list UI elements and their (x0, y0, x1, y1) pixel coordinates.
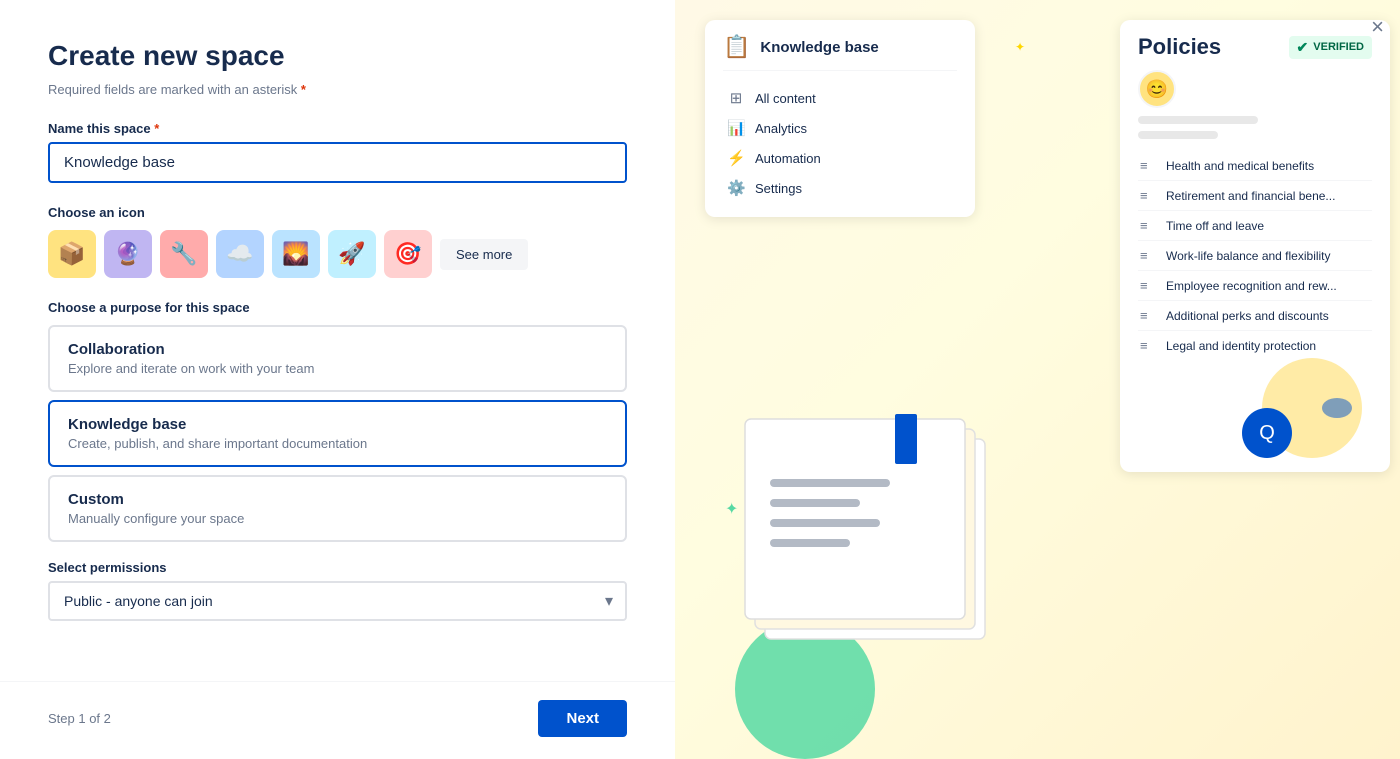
worklife-label: Work-life balance and flexibility (1166, 249, 1331, 263)
all-content-label: All content (755, 91, 816, 106)
list-item-worklife: ≡ Work-life balance and flexibility (1138, 241, 1372, 271)
policies-card: Policies ✔ VERIFIED 😊 ≡ Health and medic… (1120, 20, 1390, 472)
book-illustration (705, 359, 1045, 679)
list-item-perks: ≡ Additional perks and discounts (1138, 301, 1372, 331)
verified-badge: ✔ VERIFIED (1289, 36, 1372, 59)
legal-list-icon: ≡ (1140, 338, 1156, 353)
illustration-area (705, 359, 1110, 699)
purpose-options: Collaboration Explore and iterate on wor… (48, 325, 627, 542)
list-item-legal: ≡ Legal and identity protection (1138, 331, 1372, 360)
icon-section-label: Choose an icon (48, 205, 627, 220)
icon-btn-cloud[interactable]: ☁️ (216, 230, 264, 278)
shimmer-bar-2 (1138, 131, 1218, 139)
kb-card-icon: 📋 (723, 34, 750, 60)
collaboration-title: Collaboration (68, 341, 607, 358)
policies-list: ≡ Health and medical benefits ≡ Retireme… (1138, 151, 1372, 360)
collaboration-desc: Explore and iterate on work with your te… (68, 361, 607, 376)
permissions-label: Select permissions (48, 560, 627, 575)
shimmer-bar-1 (1138, 116, 1258, 124)
settings-icon: ⚙️ (727, 179, 745, 197)
chat-avatar-q: Q (1242, 408, 1292, 458)
see-more-button[interactable]: See more (440, 239, 528, 270)
automation-icon: ⚡ (727, 149, 745, 167)
step-indicator: Step 1 of 2 (48, 711, 111, 726)
policies-title-row: Policies ✔ VERIFIED (1138, 34, 1372, 60)
permissions-select[interactable]: Public - anyone can join Private - invit… (48, 581, 627, 621)
name-field-label: Name this space * (48, 121, 627, 136)
next-button[interactable]: Next (538, 700, 627, 737)
list-item-health: ≡ Health and medical benefits (1138, 151, 1372, 181)
chat-dot-deco (1322, 398, 1352, 418)
kb-menu-all-content: ⊞ All content (723, 83, 957, 113)
timeoff-list-icon: ≡ (1140, 218, 1156, 233)
settings-label: Settings (755, 181, 802, 196)
policies-title: Policies (1138, 34, 1221, 60)
knowledge-base-title: Knowledge base (68, 416, 607, 433)
policies-avatar: 😊 (1138, 70, 1176, 108)
list-item-retirement: ≡ Retirement and financial bene... (1138, 181, 1372, 211)
retirement-label: Retirement and financial bene... (1166, 189, 1335, 203)
list-item-employee: ≡ Employee recognition and rew... (1138, 271, 1372, 301)
health-list-icon: ≡ (1140, 158, 1156, 173)
icon-btn-wrench[interactable]: 🔧 (160, 230, 208, 278)
knowledge-base-card: 📋 Knowledge base ⊞ All content 📊 Analyti… (705, 20, 975, 217)
perks-list-icon: ≡ (1140, 308, 1156, 323)
automation-label: Automation (755, 151, 821, 166)
kb-menu-automation: ⚡ Automation (723, 143, 957, 173)
permissions-wrapper: Public - anyone can join Private - invit… (48, 581, 627, 621)
icon-btn-rocket[interactable]: 🚀 (328, 230, 376, 278)
left-panel: Create new space Required fields are mar… (0, 0, 675, 759)
retirement-list-icon: ≡ (1140, 188, 1156, 203)
purpose-option-knowledge-base[interactable]: Knowledge base Create, publish, and shar… (48, 400, 627, 467)
knowledge-base-desc: Create, publish, and share important doc… (68, 436, 607, 451)
purpose-option-collaboration[interactable]: Collaboration Explore and iterate on wor… (48, 325, 627, 392)
kb-card-title: Knowledge base (760, 39, 878, 56)
employee-list-icon: ≡ (1140, 278, 1156, 293)
timeoff-label: Time off and leave (1166, 219, 1264, 233)
icon-row: 📦 🔮 🔧 ☁️ 🌄 🚀 🎯 See more (48, 230, 627, 278)
close-button[interactable]: × (1371, 16, 1384, 38)
right-panel: × ✦ ✦ ✦ ✦ ✦ 📋 Knowledge base ⊞ All conte… (675, 0, 1400, 759)
verified-icon: ✔ (1297, 39, 1309, 56)
custom-title: Custom (68, 491, 607, 508)
list-item-timeoff: ≡ Time off and leave (1138, 211, 1372, 241)
purpose-option-custom[interactable]: Custom Manually configure your space (48, 475, 627, 542)
verified-label: VERIFIED (1313, 41, 1364, 53)
kb-card-header: 📋 Knowledge base (723, 34, 957, 71)
worklife-list-icon: ≡ (1140, 248, 1156, 263)
health-label: Health and medical benefits (1166, 159, 1314, 173)
dialog-title: Create new space (48, 40, 627, 72)
icon-btn-target[interactable]: 🎯 (384, 230, 432, 278)
space-name-input[interactable] (48, 142, 627, 183)
purpose-section-label: Choose a purpose for this space (48, 300, 627, 315)
dialog-footer: Step 1 of 2 Next (0, 681, 675, 759)
all-content-icon: ⊞ (727, 89, 745, 107)
legal-label: Legal and identity protection (1166, 339, 1316, 353)
employee-label: Employee recognition and rew... (1166, 279, 1337, 293)
sparkle-icon-2: ✦ (1015, 40, 1025, 54)
custom-desc: Manually configure your space (68, 511, 607, 526)
icon-btn-crystal[interactable]: 🔮 (104, 230, 152, 278)
kb-menu-analytics: 📊 Analytics (723, 113, 957, 143)
bottom-illustration: Q (1138, 378, 1372, 458)
required-note: Required fields are marked with an aster… (48, 82, 627, 97)
kb-menu-settings: ⚙️ Settings (723, 173, 957, 203)
icon-btn-mountain[interactable]: 🌄 (272, 230, 320, 278)
analytics-label: Analytics (755, 121, 807, 136)
analytics-icon: 📊 (727, 119, 745, 137)
perks-label: Additional perks and discounts (1166, 309, 1329, 323)
icon-btn-box[interactable]: 📦 (48, 230, 96, 278)
chat-avatar: Q (1242, 408, 1292, 458)
